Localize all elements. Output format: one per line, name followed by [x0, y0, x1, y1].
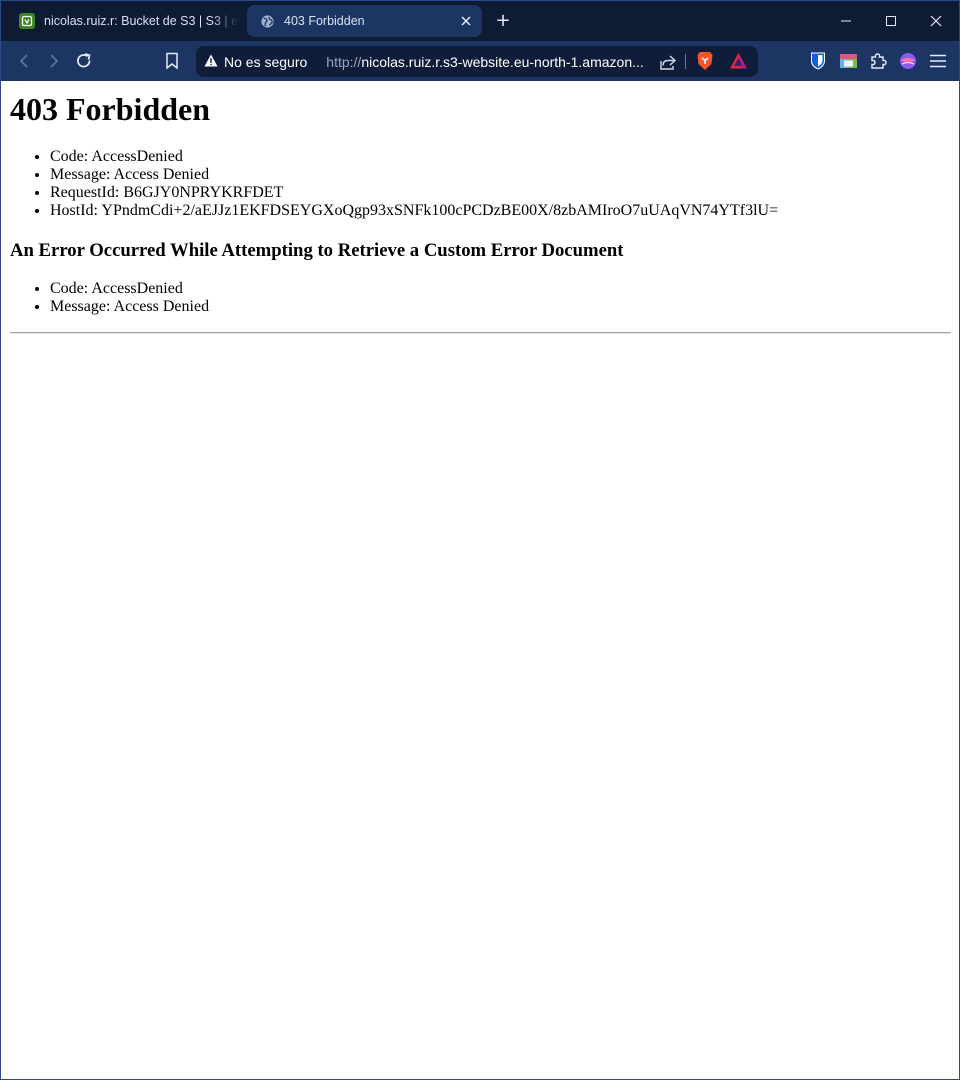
tab-title: nicolas.ruiz.r: Bucket de S3 | S3 | eu-n…: [44, 14, 239, 28]
forward-icon[interactable]: [41, 49, 67, 73]
tab-403-forbidden[interactable]: 403 Forbidden: [247, 5, 482, 37]
security-label: No es seguro: [224, 53, 308, 70]
url-host: nicolas.ruiz.r.s3-website.eu-north-1.ama…: [361, 53, 644, 70]
list-item: HostId: YPndmCdi+2/aEJJz1EKFDSEYGXoQgp93…: [50, 202, 778, 220]
horizontal-rule: [10, 332, 951, 334]
security-indicator[interactable]: No es seguro: [196, 54, 307, 70]
bitwarden-icon[interactable]: [807, 50, 829, 72]
browser-window: nicolas.ruiz.r: Bucket de S3 | S3 | eu-n…: [0, 0, 960, 1080]
warning-icon: [204, 54, 218, 70]
new-tab-button[interactable]: +: [491, 10, 515, 32]
color-extension-icon[interactable]: [837, 50, 859, 72]
list-item: Message: Access Denied: [50, 298, 209, 316]
tab-title: 403 Forbidden: [284, 14, 365, 28]
error-details-list: Code: AccessDenied Message: Access Denie…: [50, 148, 778, 220]
minimize-icon[interactable]: [823, 1, 869, 41]
close-window-icon[interactable]: [913, 1, 959, 41]
reload-icon[interactable]: [71, 49, 97, 73]
share-icon[interactable]: [659, 53, 677, 74]
list-item: Code: AccessDenied: [50, 148, 778, 166]
list-item: Message: Access Denied: [50, 166, 778, 184]
page-content: 403 Forbidden Code: AccessDenied Message…: [2, 82, 958, 1079]
back-icon[interactable]: [11, 49, 37, 73]
url-text[interactable]: http://nicolas.ruiz.r.s3-website.eu-nort…: [326, 54, 644, 70]
list-item: Code: AccessDenied: [50, 280, 209, 298]
brave-shields-icon[interactable]: [696, 51, 714, 74]
s3-bucket-icon: [19, 13, 35, 29]
profile-avatar-icon[interactable]: [897, 50, 919, 72]
menu-hamburger-icon[interactable]: [927, 50, 949, 72]
custom-error-details-list: Code: AccessDenied Message: Access Denie…: [50, 280, 209, 316]
maximize-icon[interactable]: [868, 1, 914, 41]
address-bar[interactable]: No es seguro http://nicolas.ruiz.r.s3-we…: [196, 46, 758, 77]
brave-rewards-icon[interactable]: [729, 52, 748, 73]
list-item: RequestId: B6GJY0NPRYKRFDET: [50, 184, 778, 202]
tab-s3-bucket[interactable]: nicolas.ruiz.r: Bucket de S3 | S3 | eu-n…: [11, 5, 239, 37]
tab-strip: nicolas.ruiz.r: Bucket de S3 | S3 | eu-n…: [1, 1, 959, 41]
globe-icon: [259, 13, 275, 29]
extensions-puzzle-icon[interactable]: [867, 50, 889, 72]
divider: [685, 54, 686, 69]
page-title: 403 Forbidden: [10, 91, 211, 127]
close-tab-icon[interactable]: [456, 11, 476, 31]
bookmark-icon[interactable]: [159, 49, 185, 73]
custom-error-heading: An Error Occurred While Attempting to Re…: [10, 240, 624, 261]
url-scheme: http://: [326, 53, 362, 70]
